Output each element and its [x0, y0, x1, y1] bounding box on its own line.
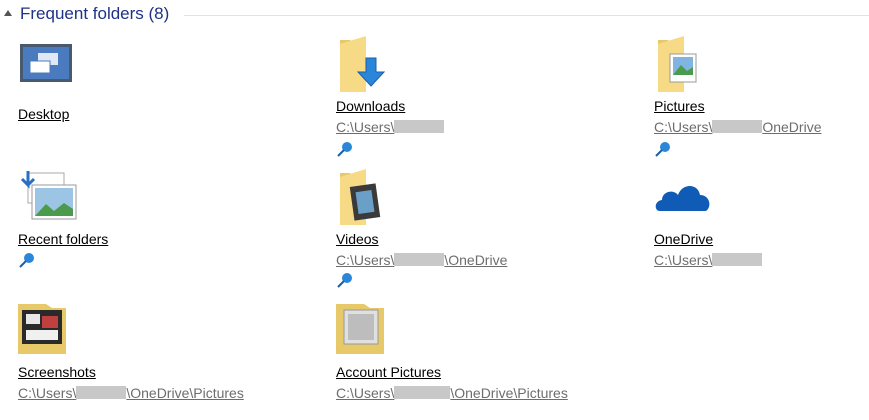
- folder-name[interactable]: Account Pictures: [336, 364, 441, 380]
- folder-name[interactable]: Recent folders: [18, 231, 108, 247]
- folder-name[interactable]: Desktop: [18, 106, 69, 122]
- onedrive-cloud-icon: [655, 186, 710, 211]
- redacted-username: [394, 120, 445, 133]
- folder-tile-account-pictures[interactable]: Account Pictures C:\Users\ \OneDrive\Pict…: [336, 300, 636, 420]
- redacted-username: [712, 120, 763, 133]
- downloads-folder-icon: [340, 36, 386, 92]
- videos-folder-icon: [340, 169, 381, 225]
- pin-icon: [337, 273, 352, 288]
- folder-path[interactable]: C:\Users\: [336, 119, 445, 135]
- redacted-username: [394, 253, 445, 266]
- folder-path[interactable]: C:\Users\ \OneDrive: [336, 252, 507, 268]
- redacted-username: [76, 386, 127, 399]
- folder-tile-pictures[interactable]: Pictures C:\Users\ OneDrive: [654, 34, 869, 157]
- group-header-frequent-folders[interactable]: Frequent folders (8): [0, 0, 869, 30]
- screenshots-folder-icon: [18, 304, 66, 354]
- folder-tile-desktop[interactable]: Desktop: [18, 42, 318, 162]
- redacted-username: [394, 386, 451, 399]
- folder-path[interactable]: C:\Users\ \OneDrive\Pictures: [18, 385, 244, 401]
- folder-path[interactable]: C:\Users\ \OneDrive\Pictures: [336, 385, 568, 401]
- account-pictures-folder-icon: [336, 304, 384, 354]
- group-title: Frequent folders (8): [20, 4, 170, 23]
- folder-path[interactable]: C:\Users\: [654, 252, 763, 268]
- pin-icon: [19, 253, 34, 268]
- pictures-folder-icon: [658, 36, 697, 92]
- collapse-arrow-icon[interactable]: [4, 10, 12, 16]
- folder-name[interactable]: Screenshots: [18, 364, 96, 380]
- folder-tile-videos[interactable]: Videos C:\Users\ \OneDrive: [336, 167, 636, 288]
- folder-tile-screenshots[interactable]: Screenshots C:\Users\ \OneDrive\Pictures: [18, 300, 318, 420]
- folder-tile-downloads[interactable]: Downloads C:\Users\: [336, 34, 636, 157]
- desktop-icon: [20, 44, 72, 82]
- pin-icon: [337, 142, 352, 157]
- folder-tile-onedrive[interactable]: OneDrive C:\Users\: [654, 167, 869, 287]
- group-divider: [184, 15, 869, 16]
- folder-name[interactable]: Pictures: [654, 98, 705, 114]
- redacted-username: [712, 253, 763, 266]
- folder-name[interactable]: Downloads: [336, 98, 405, 114]
- folder-path[interactable]: C:\Users\ OneDrive: [654, 119, 821, 135]
- pin-icon: [655, 142, 670, 157]
- folder-name[interactable]: OneDrive: [654, 231, 713, 247]
- folder-name[interactable]: Videos: [336, 231, 379, 247]
- folder-tile-recent-folders[interactable]: Recent folders: [18, 167, 318, 287]
- recent-folders-icon: [20, 171, 77, 220]
